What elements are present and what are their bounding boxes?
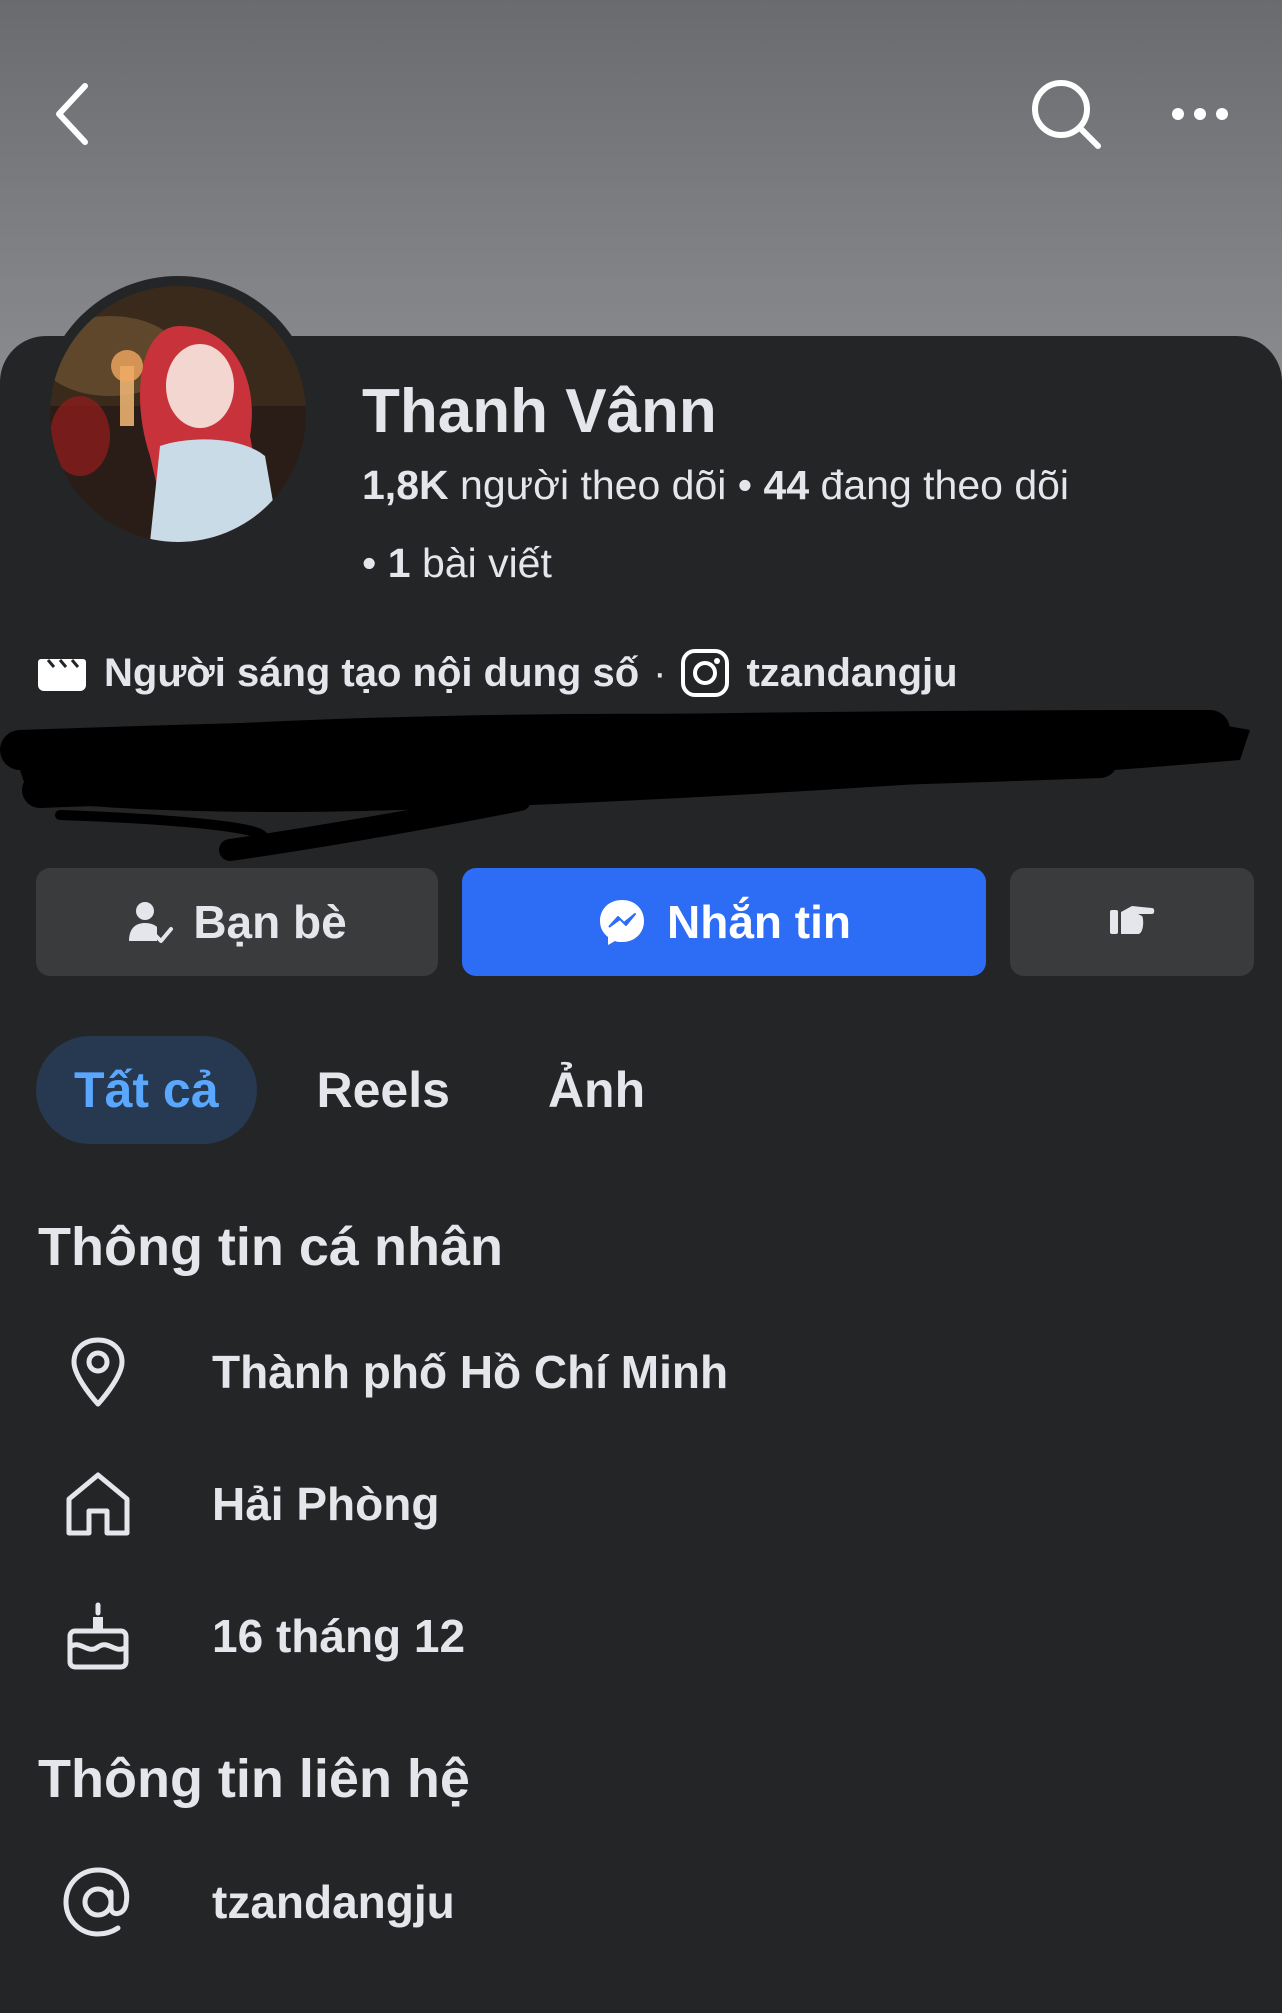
info-row-instagram: tzandangju — [56, 1860, 455, 1944]
tab-reels[interactable]: Reels — [279, 1036, 488, 1144]
friends-button[interactable]: Bạn bè — [36, 868, 438, 976]
following-label[interactable]: đang theo dõi — [821, 462, 1070, 508]
search-icon — [1032, 80, 1101, 149]
location-pin-icon — [56, 1330, 140, 1414]
messenger-icon — [597, 897, 647, 947]
birthday-text: 16 tháng 12 — [212, 1610, 466, 1662]
following-count[interactable]: 44 — [764, 462, 810, 508]
posts-count: 1 — [387, 540, 411, 586]
at-sign-icon — [56, 1860, 140, 1944]
back-button[interactable] — [40, 78, 106, 150]
avatar-photo — [50, 286, 306, 542]
clapperboard-icon — [36, 653, 88, 693]
stats-separator: • — [362, 540, 388, 586]
creator-category: Người sáng tạo nội dung số — [104, 650, 640, 695]
avatar[interactable] — [40, 276, 316, 552]
message-button-label: Nhắn tin — [667, 896, 851, 948]
more-horizontal-icon — [1172, 108, 1228, 120]
info-row-hometown: Hải Phòng — [56, 1462, 439, 1546]
search-button[interactable] — [1026, 74, 1106, 154]
current-city-text: Thành phố Hồ Chí Minh — [212, 1346, 729, 1398]
category-separator: · — [653, 650, 667, 695]
friends-button-label: Bạn bè — [193, 896, 347, 948]
instagram-handle[interactable]: tzandangju — [746, 651, 957, 696]
more-options-button[interactable] — [1160, 84, 1240, 144]
birthday-cake-icon — [56, 1594, 140, 1678]
info-row-current-city: Thành phố Hồ Chí Minh — [56, 1330, 728, 1414]
chevron-left-icon — [56, 83, 88, 145]
poke-button[interactable] — [1010, 868, 1254, 976]
posts-label: bài viết — [421, 540, 552, 586]
home-icon — [56, 1462, 140, 1546]
tab-all[interactable]: Tất cả — [36, 1036, 257, 1144]
profile-tabs: Tất cả Reels Ảnh — [36, 1036, 683, 1144]
follow-stats: 1,8K người theo dõi • 44 đang theo dõi — [362, 462, 1069, 509]
instagram-contact-text[interactable]: tzandangju — [212, 1875, 455, 1929]
followers-count[interactable]: 1,8K — [362, 462, 449, 508]
personal-info-title: Thông tin cá nhân — [38, 1217, 503, 1277]
redaction-scribble — [0, 710, 1250, 861]
stats-separator: • — [737, 462, 764, 508]
profile-page: Thanh Vânn 1,8K người theo dõi • 44 đang… — [0, 0, 1282, 2013]
followers-label[interactable]: người theo dõi — [460, 462, 726, 508]
contact-info-title: Thông tin liên hệ — [38, 1749, 470, 1809]
tab-photos[interactable]: Ảnh — [510, 1036, 683, 1144]
message-button[interactable]: Nhắn tin — [462, 868, 986, 976]
info-row-birthday: 16 tháng 12 — [56, 1594, 465, 1678]
posts-stats: • 1 bài viết — [362, 540, 552, 587]
hometown-text: Hải Phòng — [212, 1478, 440, 1530]
friend-check-icon — [127, 899, 174, 945]
poke-hand-icon — [1108, 895, 1156, 949]
profile-name: Thanh Vânn — [362, 377, 717, 446]
